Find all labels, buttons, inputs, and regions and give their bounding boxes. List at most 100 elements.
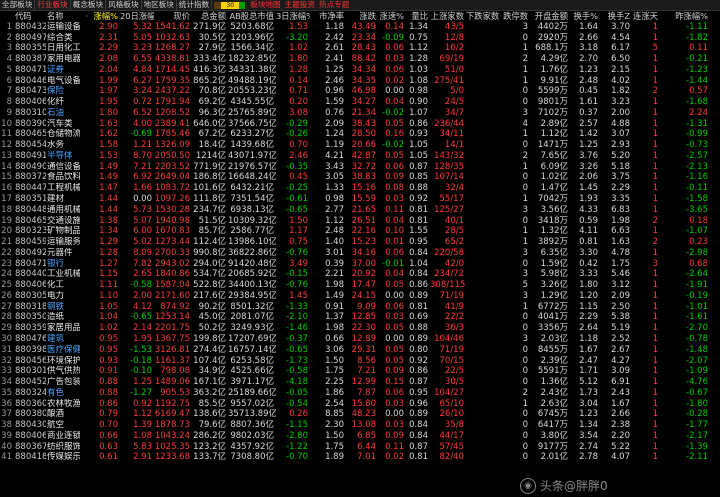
table-row[interactable]: 31 880398 医疗保健 0.95 -1.53 3126.81 274.4亿 16757.… <box>0 345 720 356</box>
table-row[interactable]: 26 880305 电力 1.10 2.00 2171.60 217.6亿 29384.95亿… <box>0 291 720 302</box>
col-code-cell: 880323 <box>15 226 46 237</box>
table-row[interactable]: 13 880491 半导体 1.53 8.70 2050.50 1214亿 43071.97亿… <box>0 151 720 162</box>
col-mcap-cell: 34400.13亿 <box>228 280 276 291</box>
header-col-yesterday[interactable]: 昨涨幅% <box>660 11 710 22</box>
header-col-mcap[interactable]: AB股总市值 <box>228 11 276 22</box>
tab-1[interactable]: 行业板块 <box>35 0 71 10</box>
table-row[interactable]: 38 880430 航空 0.70 1.39 1878.73 79.6亿 8807.36亿 -1… <box>0 420 720 431</box>
col-turnover-cell: 1.61 <box>579 97 598 108</box>
col-3d-cell: -0.35 <box>286 161 308 172</box>
header-col-3d[interactable]: 3日涨幅% <box>276 11 310 22</box>
link-0[interactable]: 板块地图 <box>248 0 282 10</box>
header-col-limit-down[interactable]: 跌停数 <box>500 11 530 22</box>
col-turnover-cell: 3.26 <box>579 161 598 172</box>
header-col-vol-ratio[interactable]: 量比 <box>406 11 430 22</box>
col-turnover-z-cell: 1.98 <box>611 215 630 226</box>
col-open-amount-cell: 2.63亿 <box>540 398 568 409</box>
table-row[interactable]: 34 880452 广告包装 0.88 1.25 1489.06 167.1亿 3971.17… <box>0 377 720 388</box>
col-streak-cell: 1 <box>652 161 658 172</box>
table-row[interactable]: 17 880351 建材 1.44 0.00 1097.26 111.8亿 7351.54亿 -… <box>0 194 720 205</box>
table-row[interactable]: 16 880447 工程机械 1.47 1.66 1083.72 101.6亿 6432.21… <box>0 183 720 194</box>
tab-3[interactable]: 风格板块 <box>106 0 142 10</box>
table-row[interactable]: 11 880465 仓储物流 1.62 -0.69 1785.46 67.2亿 6233.27… <box>0 129 720 140</box>
table-row[interactable]: 30 880476 建筑 0.95 1.95 1367.75 199.8亿 17207.69亿… <box>0 334 720 345</box>
table-row[interactable]: 2 880497 综合类 2.31 5.05 1032.63 30.5亿 1203.96亿 -3… <box>0 33 720 44</box>
table-row[interactable]: 3 880355 日用化工 2.29 3.23 1268.27 27.9亿 1566.34亿 1… <box>0 43 720 54</box>
table-row[interactable]: 25 880406 化工 1.11 -0.58 1587.04 522.8亿 34400.13… <box>0 280 720 291</box>
table-row[interactable]: 8 880406 化纤 1.95 0.72 1791.94 69.2亿 4345.55亿 0.2… <box>0 97 720 108</box>
table-row[interactable]: 28 880350 造纸 1.04 -0.65 1253.14 45.0亿 2081.07亿 -… <box>0 312 720 323</box>
header-col-name[interactable]: 名称 <box>46 11 80 22</box>
col-20d-cell: 0.00 <box>133 194 152 205</box>
header-col-speed[interactable]: 涨速% <box>378 11 406 22</box>
table-row[interactable]: 35 880324 有色 0.88 -1.27 905.53 363.2亿 25189.66亿… <box>0 388 720 399</box>
table-row[interactable]: 10 880390 汽车类 1.63 4.00 2389.41 646.0亿 37566.75… <box>0 119 720 130</box>
table-row[interactable]: 4 880387 家用电器 2.08 6.55 4338.81 333.4亿 18232.85… <box>0 54 720 65</box>
col-index-cell: 19 <box>1 215 12 226</box>
col-mcap-cell: 43071.97亿 <box>228 150 276 161</box>
table-row[interactable]: 37 880380 酿酒 0.79 1.12 6169.47 138.6亿 35713.89亿… <box>0 409 720 420</box>
table-row[interactable]: 40 880367 纺织服饰 0.63 5.83 1025.35 123.2亿 4357.92… <box>0 442 720 453</box>
header-col-20d[interactable]: 20日涨幅% <box>120 11 154 22</box>
header-col-code[interactable]: 代码 <box>14 11 46 22</box>
col-marker-cell <box>80 65 90 76</box>
table-row[interactable]: 12 880454 水务 1.58 1.21 1326.09 18.4亿 1439.68亿 0.… <box>0 140 720 151</box>
col-turnover-cell: 1.15 <box>579 301 598 312</box>
tab-4[interactable]: 地区板块 <box>142 0 177 10</box>
table-row[interactable]: 14 880490 通信设备 1.49 7.21 2203.52 771.9亿 21976.5… <box>0 162 720 173</box>
col-up-count-cell: 71/19 <box>439 344 465 355</box>
table-row[interactable]: 21 880459 运输服务 1.29 5.02 1273.44 112.4亿 13986.1… <box>0 237 720 248</box>
col-pb-cell: 0.91 <box>325 301 344 312</box>
table-row[interactable]: 7 880473 保险 1.97 3.24 2437.22 70.8亿 20553.23亿 0.… <box>0 86 720 97</box>
table-row[interactable]: 32 880456 环境保护 0.93 -0.18 1161.37 107.4亿 6253.5… <box>0 356 720 367</box>
table-row[interactable]: 41 880418 传媒娱乐 0.61 2.91 1233.68 133.7亿 7308.80… <box>0 452 720 463</box>
tab-5[interactable]: 统计指数 <box>177 0 213 10</box>
col-down-count-cell <box>466 312 500 323</box>
link-2[interactable]: 热点专题 <box>317 0 351 10</box>
table-row[interactable]: 6 880446 电气设备 1.99 6.27 1759.35 865.2亿 49488.19… <box>0 76 720 87</box>
tab-2[interactable]: 概念板块 <box>71 0 107 10</box>
header-col-open-amount[interactable]: 开盘金额 <box>530 11 570 22</box>
col-change-cell: 13.08 <box>351 420 376 431</box>
tab-0[interactable]: 全部板块 <box>0 0 36 10</box>
col-name-cell: 仓储物流 <box>47 129 80 140</box>
table-row[interactable]: 36 880360 农林牧渔 0.86 0.92 1192.75 85.5亿 9557.02亿… <box>0 399 720 410</box>
table-row[interactable]: 39 880406 商业连锁 0.66 1.08 1043.24 286.2亿 9802.03… <box>0 431 720 442</box>
header-col-change[interactable]: 涨跌 <box>346 11 378 22</box>
col-open-amount-cell: 3.80亿 <box>540 430 568 441</box>
table-row[interactable]: 18 880448 通用机械 1.44 5.73 1530.28 234.7亿 6938.13… <box>0 205 720 216</box>
table-row[interactable]: 24 880440 工业机械 1.15 2.65 1840.86 534.7亿 20685.9… <box>0 269 720 280</box>
header-col-pb[interactable]: 市净率 <box>310 11 346 22</box>
table-row[interactable]: 19 880465 交通设施 1.38 5.07 1940.98 51.5亿 10309.32… <box>0 216 720 227</box>
table-row[interactable]: 20 880323 矿物制品 1.34 6.00 1670.83 85.7亿 2586.77亿… <box>0 226 720 237</box>
header-col-down-count[interactable]: 下跌家数 <box>466 11 500 22</box>
header-col-amount[interactable]: 总金额 <box>192 11 228 22</box>
header-col-turnover-z[interactable]: 换手Z <box>600 11 632 22</box>
table-row[interactable]: 23 880471 银行 1.27 7.82 2943.02 294.0亿 91420.48亿… <box>0 259 720 270</box>
header-col-marker[interactable]: · <box>80 11 90 22</box>
col-limit-down-cell: 3 <box>522 107 528 118</box>
col-speed-cell: 0.06 <box>385 387 404 398</box>
table-row[interactable]: 29 880359 家居用品 1.02 2.14 2201.75 50.2亿 3249.93亿… <box>0 323 720 334</box>
table-row[interactable]: 15 880372 食品饮料 1.49 6.92 2649.04 186.8亿 16648.2… <box>0 172 720 183</box>
table-row[interactable]: 9 880310 石油 1.80 6.52 1208.52 96.3亿 25765.89亿 3.… <box>0 108 720 119</box>
header-col-streak[interactable]: 连涨天 <box>632 11 660 22</box>
header-col-pct[interactable]: 涨幅% <box>90 11 120 22</box>
table-row[interactable]: 5 880471 证券 2.04 4.84 1714.45 416.3亿 34331.38亿 1… <box>0 65 720 76</box>
header-col-turnover[interactable]: 换手% <box>570 11 600 22</box>
period-slider[interactable]: 30 <box>214 1 246 9</box>
table-row[interactable]: 1 880432 运输设备 2.90 5.32 1541.62 271.9亿 5203.68亿… <box>0 22 720 33</box>
col-amount-cell: 990.8亿 <box>193 247 226 258</box>
col-mcap-cell: 5203.68亿 <box>230 21 274 32</box>
header-col-up-count[interactable]: 上涨家数 <box>430 11 466 22</box>
link-1[interactable]: 主题投资 <box>283 0 317 10</box>
table-row[interactable]: 27 880318 钢铁 1.05 4.12 874.92 90.2亿 8501.32亿 -1.… <box>0 302 720 313</box>
col-open-amount-cell: 1.76亿 <box>540 64 568 75</box>
col-limit-down-cell: 0 <box>522 355 528 366</box>
header-col-price[interactable]: 现价 <box>154 11 192 22</box>
table-row[interactable]: 33 880301 供气供热 0.91 -0.10 798.08 34.9亿 4525.66亿… <box>0 366 720 377</box>
col-turnover-cell: 2.74 <box>579 441 598 452</box>
col-pct-cell: 0.63 <box>99 441 118 452</box>
table-row[interactable]: 22 880492 元器件 1.28 8.09 2700.33 990.8亿 36822.86… <box>0 248 720 259</box>
header-col-index[interactable] <box>0 11 14 22</box>
